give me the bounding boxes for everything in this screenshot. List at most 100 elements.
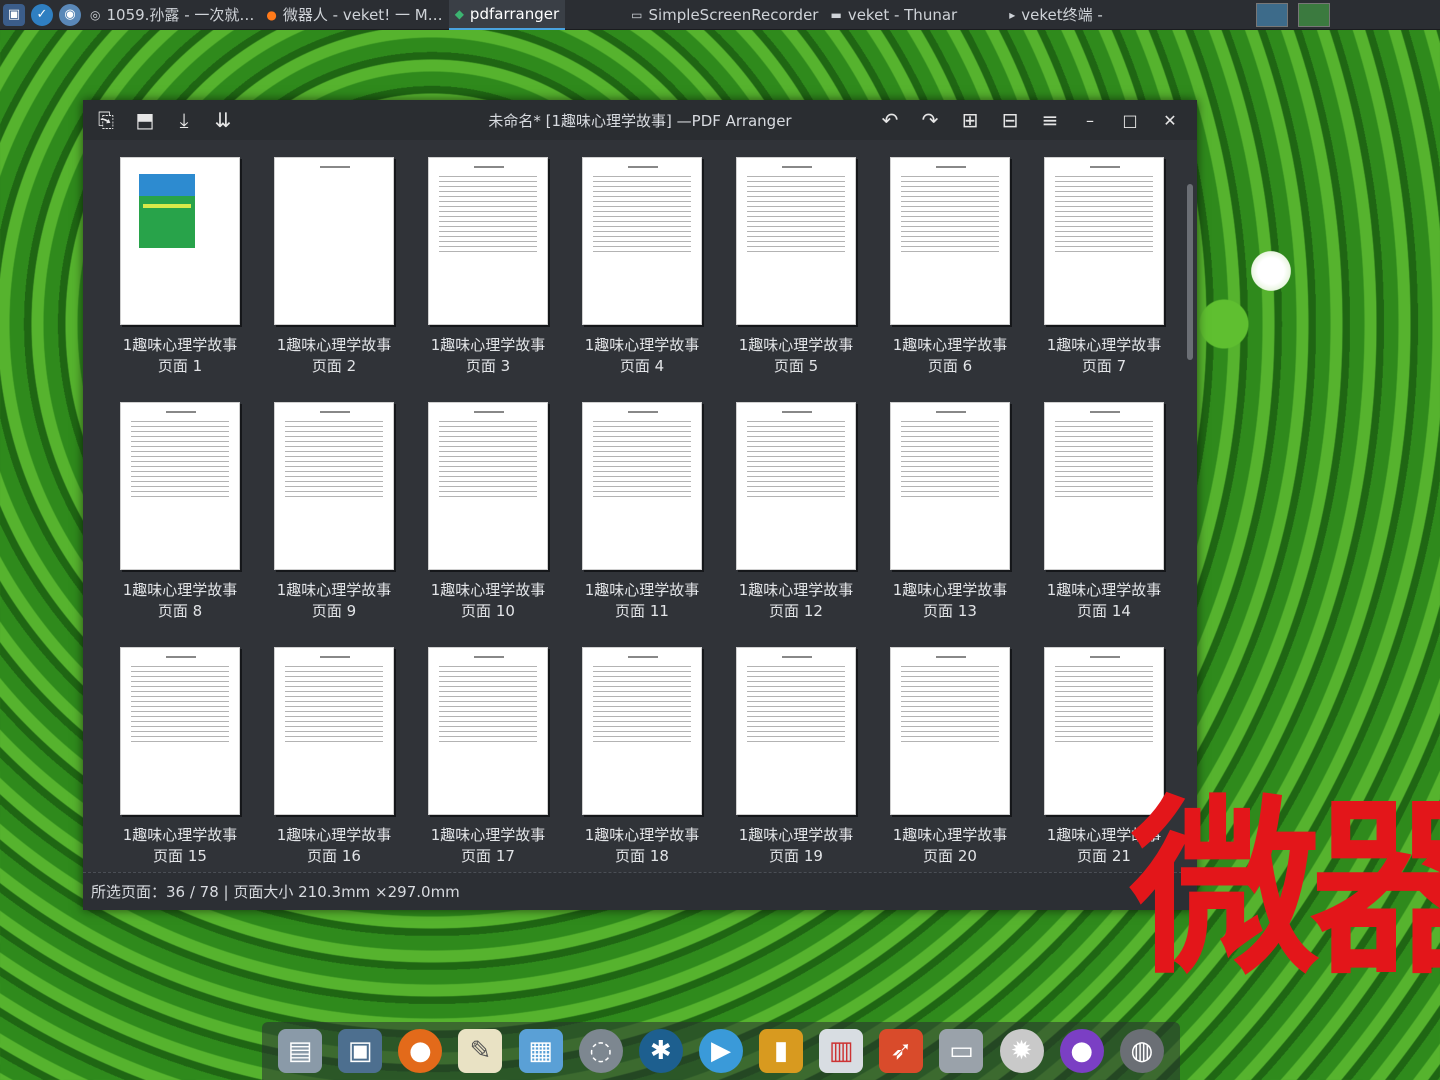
settings-sun-icon[interactable]: ✹ xyxy=(999,1029,1044,1073)
taskbar-item-music[interactable]: ◎ 1059.孙露 - 一次就… xyxy=(84,0,260,30)
page-thumbnail-cell[interactable]: 1趣味心理学故事 页面 7 xyxy=(1027,150,1181,395)
taskbar-item-label: veket - Thunar xyxy=(847,5,958,24)
taskbar-item-firefox[interactable]: ● 微器人 - veket! 一 M… xyxy=(260,0,448,30)
taskbar-item-label: 微器人 - veket! 一 M… xyxy=(282,6,443,24)
page-number-label: 页面 13 xyxy=(893,601,1008,622)
page-preview[interactable] xyxy=(1044,157,1164,325)
page-thumbnail-cell[interactable]: 1趣味心理学故事 页面 16 xyxy=(257,640,411,872)
page-preview[interactable] xyxy=(890,402,1010,570)
vertical-scrollbar[interactable] xyxy=(1187,184,1193,360)
page-caption: 1趣味心理学故事 页面 7 xyxy=(1047,335,1162,377)
chart-app-icon[interactable]: ▥ xyxy=(819,1029,864,1073)
clover-flower-decoration xyxy=(1248,248,1294,294)
save-icon[interactable]: ⤓ xyxy=(168,104,200,136)
rotate-right-icon[interactable]: ↷ xyxy=(913,104,947,136)
import-icon[interactable]: ⬒ xyxy=(129,104,161,136)
image-viewer-icon[interactable]: ▦ xyxy=(518,1029,563,1073)
page-thumbnail-cell[interactable]: 1趣味心理学故事 页面 14 xyxy=(1027,395,1181,640)
save-as-icon[interactable]: ⇊ xyxy=(207,104,239,136)
page-preview[interactable] xyxy=(582,402,702,570)
firefox-dock-icon[interactable]: ● xyxy=(398,1029,443,1073)
page-preview[interactable] xyxy=(890,157,1010,325)
page-thumbnail-cell[interactable]: 1趣味心理学故事 页面 19 xyxy=(719,640,873,872)
page-thumbnail-cell[interactable]: 1趣味心理学故事 页面 8 xyxy=(103,395,257,640)
close-icon[interactable]: ✕ xyxy=(1153,104,1187,136)
page-preview[interactable] xyxy=(736,647,856,815)
maximize-icon[interactable]: □ xyxy=(1113,104,1147,136)
window-titlebar[interactable]: ⎘ ⬒ ⤓ ⇊ 未命名* [1趣味心理学故事] —PDF Arranger ↶ … xyxy=(83,100,1197,140)
page-caption: 1趣味心理学故事 页面 17 xyxy=(431,825,546,867)
page-thumbnail-cell[interactable]: 1趣味心理学故事 页面 20 xyxy=(873,640,1027,872)
zoom-in-icon[interactable]: ⊞ xyxy=(953,104,987,136)
page-thumbnail-cell[interactable]: 1趣味心理学故事 页面 4 xyxy=(565,150,719,395)
page-preview[interactable] xyxy=(274,647,394,815)
taskbar-item-recorder[interactable]: ▭ SimpleScreenRecorder xyxy=(625,0,824,30)
taskbar-item-pdfarranger[interactable]: ◆ pdfarranger xyxy=(448,0,566,30)
page-thumbnail-cell[interactable]: 1趣味心理学故事 页面 17 xyxy=(411,640,565,872)
hamburger-menu-icon[interactable]: ≡ xyxy=(1033,104,1067,136)
network-icon[interactable]: ◌ xyxy=(578,1029,623,1073)
status-bar: 所选页面：36 / 78 | 页面大小 210.3mm ×297.0mm xyxy=(83,872,1197,910)
page-thumbnail-cell[interactable]: 1趣味心理学故事 页面 6 xyxy=(873,150,1027,395)
page-preview[interactable] xyxy=(120,402,240,570)
computer-icon[interactable]: ▣ xyxy=(338,1029,383,1073)
firefox-alt-icon[interactable]: ● xyxy=(1059,1029,1104,1073)
page-number-label: 页面 4 xyxy=(585,356,700,377)
taskbar-item-thunar[interactable]: ▬ veket - Thunar xyxy=(824,0,963,30)
network-tray-icon[interactable] xyxy=(1256,2,1288,27)
printer-icon[interactable]: ▭ xyxy=(939,1029,984,1073)
zoom-out-icon[interactable]: ⊟ xyxy=(993,104,1027,136)
page-heading-line xyxy=(936,411,966,413)
page-preview[interactable] xyxy=(1044,402,1164,570)
media-player-icon[interactable]: ▶ xyxy=(698,1029,743,1073)
checkmark-app-icon[interactable]: ✓ xyxy=(31,3,53,26)
page-thumbnail-cell[interactable]: 1趣味心理学故事 页面 12 xyxy=(719,395,873,640)
drive-icon[interactable]: ▤ xyxy=(278,1029,323,1073)
page-thumbnail-cell[interactable]: 1趣味心理学故事 页面 9 xyxy=(257,395,411,640)
page-number: 11 xyxy=(649,602,669,620)
page-preview[interactable] xyxy=(736,402,856,570)
menu-icon[interactable]: ▣ xyxy=(3,3,25,26)
open-file-icon[interactable]: ⎘ xyxy=(90,104,122,136)
page-thumbnail-cell[interactable]: 1趣味心理学故事 页面 3 xyxy=(411,150,565,395)
app-tray-icon[interactable] xyxy=(1298,2,1330,27)
page-preview[interactable] xyxy=(120,157,240,325)
rocket-icon[interactable]: ➶ xyxy=(879,1029,924,1073)
rotate-left-icon[interactable]: ↶ xyxy=(873,104,907,136)
page-thumbnail-cell[interactable]: 1趣味心理学故事 页面 13 xyxy=(873,395,1027,640)
taskbar-item-terminal[interactable]: ▸ veket终端 - xyxy=(1003,0,1109,30)
taskbar-item-label: 1059.孙露 - 一次就… xyxy=(106,6,255,24)
page-preview[interactable] xyxy=(736,157,856,325)
page-number-label: 页面 11 xyxy=(585,601,700,622)
status-text: 所选页面：36 / 78 | 页面大小 210.3mm ×297.0mm xyxy=(91,883,460,901)
globe-icon[interactable]: ◍ xyxy=(1119,1029,1164,1073)
text-editor-icon[interactable]: ✎ xyxy=(458,1029,503,1073)
pdfarranger-window: ⎘ ⬒ ⤓ ⇊ 未命名* [1趣味心理学故事] —PDF Arranger ↶ … xyxy=(83,100,1197,910)
page-number: 1 xyxy=(192,357,203,375)
page-thumbnail-cell[interactable]: 1趣味心理学故事 页面 18 xyxy=(565,640,719,872)
page-preview[interactable] xyxy=(274,402,394,570)
page-preview[interactable] xyxy=(428,157,548,325)
page-preview[interactable] xyxy=(274,157,394,325)
page-caption: 1趣味心理学故事 页面 6 xyxy=(893,335,1008,377)
page-number-label: 页面 18 xyxy=(585,846,700,867)
page-thumbnail-cell[interactable]: 1趣味心理学故事 页面 2 xyxy=(257,150,411,395)
page-preview[interactable] xyxy=(582,647,702,815)
book-icon[interactable]: ▮ xyxy=(759,1029,804,1073)
page-heading-line xyxy=(628,166,658,168)
atom-icon[interactable]: ✱ xyxy=(638,1029,683,1073)
page-thumbnail-cell[interactable]: 1趣味心理学故事 页面 5 xyxy=(719,150,873,395)
page-preview[interactable] xyxy=(890,647,1010,815)
page-thumbnail-cell[interactable]: 1趣味心理学故事 页面 15 xyxy=(103,640,257,872)
page-thumbnail-area[interactable]: 1趣味心理学故事 页面 1 1趣味心理学故事 页面 2 1趣味心理学故事 页面 3 1趣味心… xyxy=(83,140,1197,872)
page-thumbnail-cell[interactable]: 1趣味心理学故事 页面 11 xyxy=(565,395,719,640)
minimize-icon[interactable]: – xyxy=(1073,104,1107,136)
page-thumbnail-cell[interactable]: 1趣味心理学故事 页面 1 xyxy=(103,150,257,395)
page-preview[interactable] xyxy=(428,647,548,815)
page-thumbnail-cell[interactable]: 1趣味心理学故事 页面 10 xyxy=(411,395,565,640)
page-preview[interactable] xyxy=(428,402,548,570)
page-preview[interactable] xyxy=(582,157,702,325)
browser-app-icon[interactable]: ◉ xyxy=(59,3,81,26)
page-preview[interactable] xyxy=(120,647,240,815)
page-number: 10 xyxy=(495,602,515,620)
